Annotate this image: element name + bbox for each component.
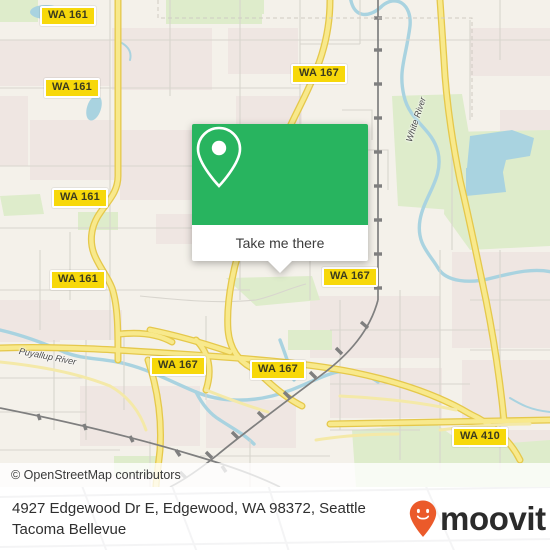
address-text: 4927 Edgewood Dr E, Edgewood, WA 98372, …: [12, 499, 366, 538]
road-shield-wa-161[interactable]: WA 161: [52, 188, 108, 208]
moovit-wordmark: moovit: [440, 500, 546, 537]
road-shield-wa-161[interactable]: WA 161: [40, 6, 96, 26]
road-shield-wa-410[interactable]: WA 410: [452, 427, 508, 447]
road-shield-wa-161[interactable]: WA 161: [50, 270, 106, 290]
moovit-smiley-pin-icon: [409, 500, 437, 537]
popup-card-body: [192, 124, 368, 225]
map-screenshot: White River Puyallup River WA 161 WA 161…: [0, 0, 550, 550]
location-popup-card[interactable]: Take me there: [192, 124, 368, 273]
popup-card-tail: [267, 260, 293, 273]
map-pin-icon: [196, 126, 242, 188]
popup-card-footer[interactable]: Take me there: [192, 225, 368, 273]
road-shield-wa-167[interactable]: WA 167: [250, 360, 306, 380]
road-shield-wa-167[interactable]: WA 167: [291, 64, 347, 84]
take-me-there-label: Take me there: [235, 235, 325, 251]
moovit-logo[interactable]: moovit: [408, 499, 546, 539]
map-canvas[interactable]: White River Puyallup River WA 161 WA 161…: [0, 0, 550, 487]
road-shield-wa-167[interactable]: WA 167: [150, 356, 206, 376]
footer-bar: 4927 Edgewood Dr E, Edgewood, WA 98372, …: [0, 487, 550, 550]
osm-attribution-text[interactable]: © OpenStreetMap contributors: [0, 468, 181, 482]
map-attribution-bar: © OpenStreetMap contributors: [0, 463, 550, 487]
road-shield-wa-167[interactable]: WA 167: [322, 267, 378, 287]
road-shield-wa-161[interactable]: WA 161: [44, 78, 100, 98]
